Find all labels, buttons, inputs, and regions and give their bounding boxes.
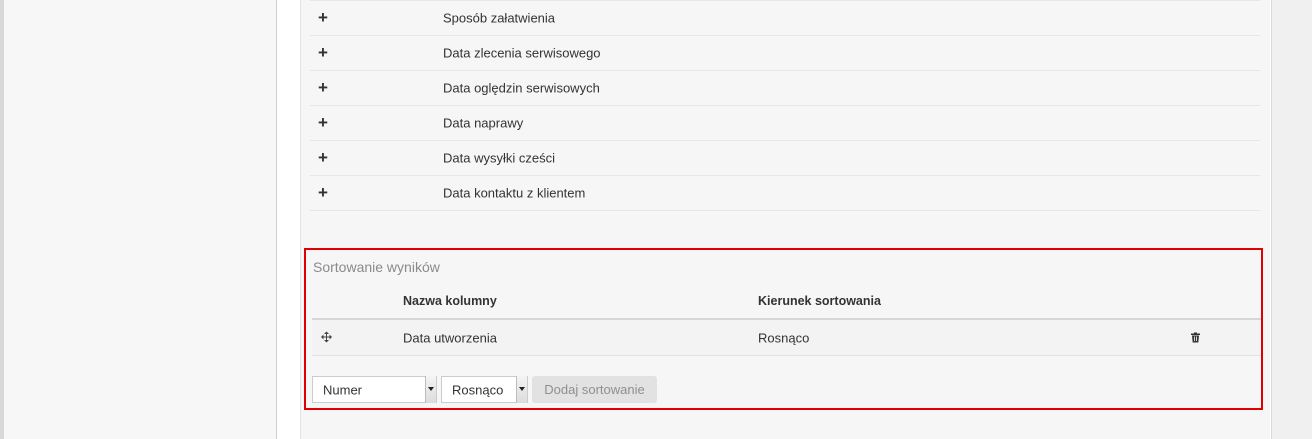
list-item: + Data naprawy bbox=[310, 106, 1260, 141]
list-item: + Data kontaktu z klientem bbox=[310, 176, 1260, 211]
column-name-header: Nazwa kolumny bbox=[403, 294, 497, 308]
add-sorting-button[interactable]: Dodaj sortowanie bbox=[532, 376, 657, 403]
sorting-title: Sortowanie wyników bbox=[313, 259, 440, 275]
direction-header: Kierunek sortowania bbox=[758, 294, 881, 308]
direction-select-value: Rosnąco bbox=[452, 382, 504, 397]
add-column-button[interactable]: + bbox=[318, 148, 328, 168]
sorting-table-header: Nazwa kolumny Kierunek sortowania bbox=[312, 284, 1261, 320]
list-item: + Data zlecenia serwisowego bbox=[310, 36, 1260, 71]
content-divider bbox=[300, 0, 301, 439]
column-select[interactable]: Numer bbox=[312, 376, 437, 403]
chevron-down-icon bbox=[425, 376, 436, 403]
column-select-value: Numer bbox=[323, 382, 363, 397]
add-column-button[interactable]: + bbox=[318, 78, 328, 98]
add-column-button[interactable]: + bbox=[318, 43, 328, 63]
table-row: Data utworzenia Rosnąco bbox=[312, 320, 1261, 356]
list-item: + Sposób załatwienia bbox=[310, 0, 1260, 36]
add-column-button[interactable]: + bbox=[318, 183, 328, 203]
column-label: Data oględzin serwisowych bbox=[443, 80, 600, 96]
chevron-down-icon bbox=[516, 376, 527, 403]
column-label: Sposób załatwienia bbox=[443, 10, 556, 26]
column-label: Data kontaktu z klientem bbox=[443, 185, 586, 201]
right-margin bbox=[1272, 0, 1312, 439]
direction-select[interactable]: Rosnąco bbox=[441, 376, 528, 403]
sidebar-panel bbox=[4, 0, 276, 439]
trash-icon[interactable] bbox=[1191, 330, 1200, 345]
sort-column-value: Data utworzenia bbox=[403, 330, 497, 345]
column-label: Data naprawy bbox=[443, 115, 524, 131]
available-columns-list: + Sposób załatwienia + Data zlecenia ser… bbox=[310, 0, 1260, 211]
column-label: Data zlecenia serwisowego bbox=[443, 45, 601, 61]
list-item: + Data wysyłki cześci bbox=[310, 141, 1260, 176]
add-column-button[interactable]: + bbox=[318, 113, 328, 133]
sort-direction-value: Rosnąco bbox=[758, 330, 810, 345]
add-column-button[interactable]: + bbox=[318, 8, 328, 28]
column-label: Data wysyłki cześci bbox=[443, 150, 555, 166]
list-item: + Data oględzin serwisowych bbox=[310, 71, 1260, 106]
sorting-table: Nazwa kolumny Kierunek sortowania Data u… bbox=[312, 284, 1261, 356]
move-icon[interactable] bbox=[321, 330, 332, 345]
sorting-section: Sortowanie wyników Nazwa kolumny Kierune… bbox=[304, 248, 1263, 410]
